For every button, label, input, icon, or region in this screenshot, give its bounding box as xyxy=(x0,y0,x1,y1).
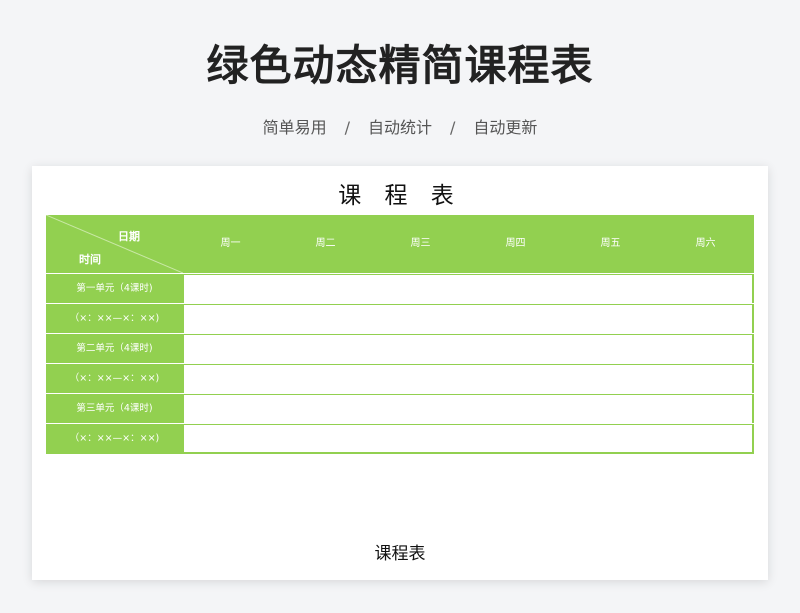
table-row: 第一单元（4课时) xyxy=(46,273,754,303)
day-header-tue[interactable]: 周二 xyxy=(278,215,373,273)
row-label[interactable]: 第三单元（4课时) xyxy=(46,394,183,423)
schedule-cell[interactable] xyxy=(183,304,754,333)
subtitle-item-simple: 简单易用 xyxy=(262,118,327,137)
schedule-table: 日期 时间 周一 周二 周三 周四 周五 周六 第一单元（4课时) （×：××—… xyxy=(46,215,754,458)
table-row: （×：××—×：××) xyxy=(46,303,754,333)
table-row: 第二单元（4课时) xyxy=(46,333,754,363)
row-label[interactable]: （×：××—×：××) xyxy=(46,364,183,393)
subtitle-separator: / xyxy=(344,118,350,137)
subtitle-item-auto-stats: 自动统计 xyxy=(367,118,432,137)
row-label[interactable]: （×：××—×：××) xyxy=(46,424,183,454)
row-label[interactable]: 第一单元（4课时) xyxy=(46,274,183,303)
row-label[interactable]: （×：××—×：××) xyxy=(46,304,183,333)
table-header: 日期 时间 周一 周二 周三 周四 周五 周六 xyxy=(46,215,754,273)
table-row: （×：××—×：××) xyxy=(46,423,754,454)
table-body: 第一单元（4课时) （×：××—×：××) 第二单元（4课时) （×：××—×：… xyxy=(46,273,754,454)
page-title: 绿色动态精简课程表 xyxy=(206,41,594,90)
subtitle: 简单易用 / 自动统计 / 自动更新 xyxy=(0,114,800,138)
day-header-wed[interactable]: 周三 xyxy=(373,215,468,273)
diagonal-line xyxy=(46,215,183,273)
schedule-cell[interactable] xyxy=(183,274,754,303)
day-header-mon[interactable]: 周一 xyxy=(183,215,278,273)
table-row: 第三单元（4课时) xyxy=(46,393,754,423)
day-header-fri[interactable]: 周五 xyxy=(563,215,658,273)
schedule-sheet: 课 程 表 日期 时间 周一 周二 周三 周四 周五 周六 第一单元（4课时) xyxy=(32,166,768,580)
schedule-cell[interactable] xyxy=(183,334,754,363)
corner-time-label: 时间 xyxy=(79,253,101,266)
row-label[interactable]: 第二单元（4课时) xyxy=(46,334,183,363)
schedule-cell[interactable] xyxy=(183,424,754,454)
table-row: （×：××—×：××) xyxy=(46,363,754,393)
subtitle-item-auto-update: 自动更新 xyxy=(473,118,538,137)
schedule-cell[interactable] xyxy=(183,364,754,393)
sheet-title: 课 程 表 xyxy=(338,183,462,209)
day-header-sat[interactable]: 周六 xyxy=(658,215,753,273)
day-header-thu[interactable]: 周四 xyxy=(468,215,563,273)
corner-date-label: 日期 xyxy=(118,230,140,243)
sheet-footer-label: 课程表 xyxy=(374,544,426,564)
subtitle-separator: / xyxy=(450,118,456,137)
schedule-cell[interactable] xyxy=(183,394,754,423)
corner-cell[interactable]: 日期 时间 xyxy=(46,215,183,273)
